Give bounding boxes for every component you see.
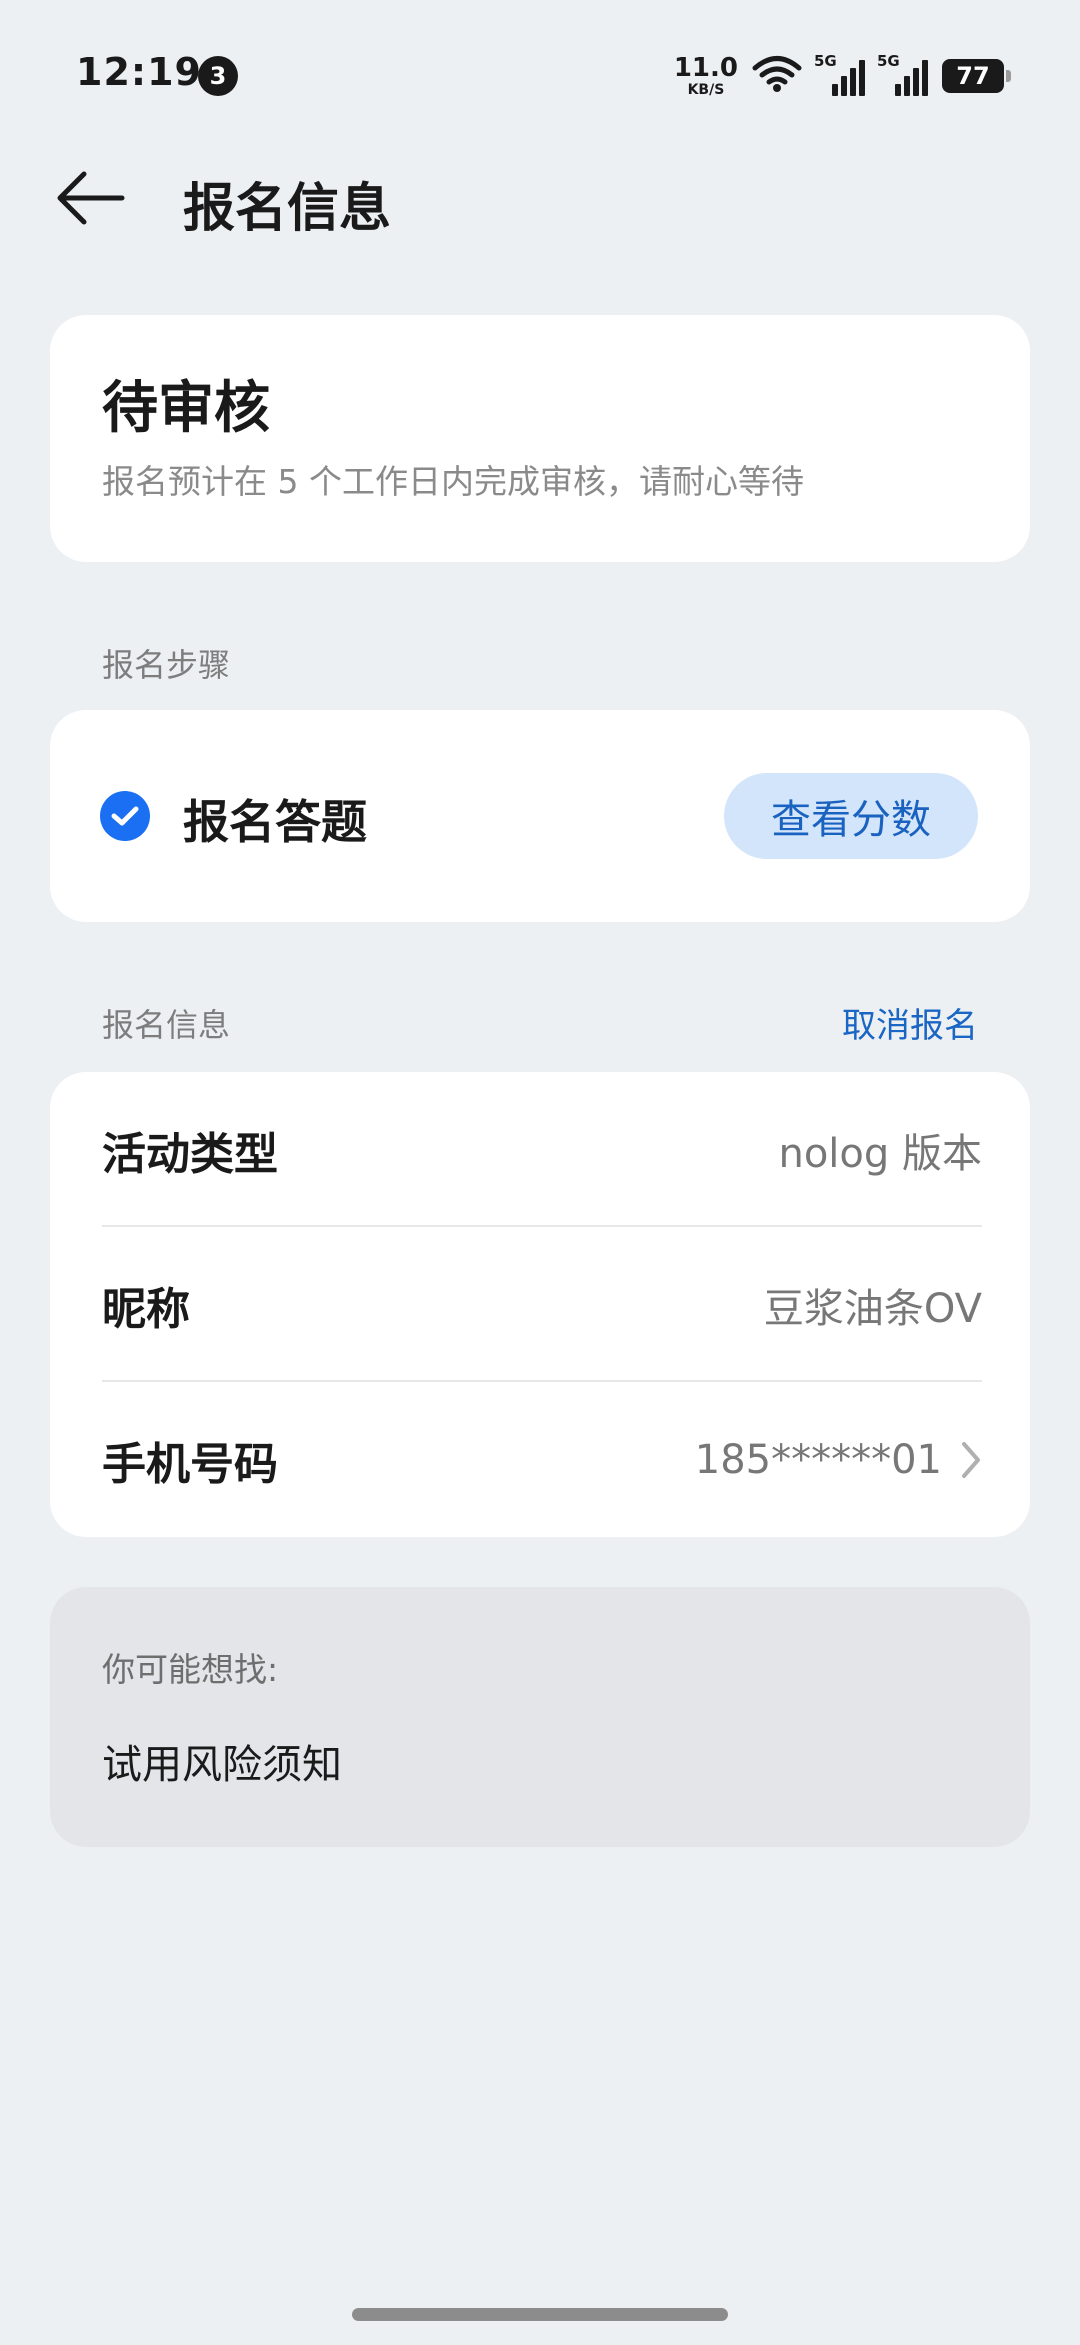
app-header: 报名信息	[0, 150, 1080, 250]
info-row-nickname: 昵称 豆浆油条OV	[102, 1227, 982, 1382]
review-status-card: 待审核 报名预计在 5 个工作日内完成审核，请耐心等待	[50, 315, 1030, 562]
suggestion-card: 你可能想找: 试用风险须知	[50, 1587, 1030, 1847]
net-speed-value: 11.0	[673, 53, 738, 83]
review-status-title: 待审核	[102, 376, 270, 441]
status-time: 12:19	[76, 50, 202, 94]
page-title: 报名信息	[183, 179, 392, 239]
info-card: 活动类型 nolog 版本 昵称 豆浆油条OV 手机号码 185******01	[50, 1072, 1030, 1537]
wifi-icon	[752, 55, 802, 97]
info-row-phone[interactable]: 手机号码 185******01	[102, 1382, 982, 1537]
info-key: 昵称	[102, 1283, 190, 1335]
notification-badge: 3	[198, 56, 238, 96]
back-button[interactable]	[50, 160, 130, 240]
info-row-activity-type: 活动类型 nolog 版本	[102, 1072, 982, 1227]
arrow-left-icon	[54, 168, 126, 232]
step-label-quiz: 报名答题	[183, 795, 367, 849]
signal-1-icon: 5G	[814, 52, 865, 96]
status-icons: 11.0 KB/S 5G 5G 77	[674, 52, 1011, 100]
net-speed-unit: KB/S	[687, 82, 725, 98]
signal-2-icon: 5G	[877, 52, 928, 96]
battery-icon: 77	[942, 59, 1011, 93]
suggestion-title: 你可能想找:	[102, 1650, 279, 1689]
check-circle-icon	[100, 791, 150, 841]
review-status-description: 报名预计在 5 个工作日内完成审核，请耐心等待	[102, 462, 804, 501]
cancel-registration-link[interactable]: 取消报名	[842, 998, 978, 1047]
steps-section-label: 报名步骤	[102, 646, 231, 684]
signal-1-label: 5G	[814, 52, 837, 70]
home-indicator[interactable]	[352, 2308, 728, 2321]
info-section-label: 报名信息	[102, 1006, 231, 1044]
screen: 12:19 3 11.0 KB/S 5G 5G 77 报名信息 待审核 报名预计…	[0, 0, 1080, 2345]
status-bar: 12:19 3 11.0 KB/S 5G 5G 77	[0, 0, 1080, 150]
info-value: nolog 版本	[778, 1130, 982, 1177]
info-value: 豆浆油条OV	[763, 1285, 982, 1332]
signal-2-label: 5G	[877, 52, 900, 70]
info-key: 活动类型	[102, 1128, 278, 1180]
view-score-button[interactable]: 查看分数	[724, 773, 978, 859]
steps-card: 报名答题 查看分数	[50, 710, 1030, 922]
chevron-right-icon	[960, 1440, 982, 1480]
suggestion-link-risk-notice[interactable]: 试用风险须知	[102, 1732, 342, 1790]
net-speed: 11.0 KB/S	[674, 55, 738, 97]
info-key: 手机号码	[102, 1438, 278, 1490]
info-value: 185******01	[694, 1436, 942, 1483]
